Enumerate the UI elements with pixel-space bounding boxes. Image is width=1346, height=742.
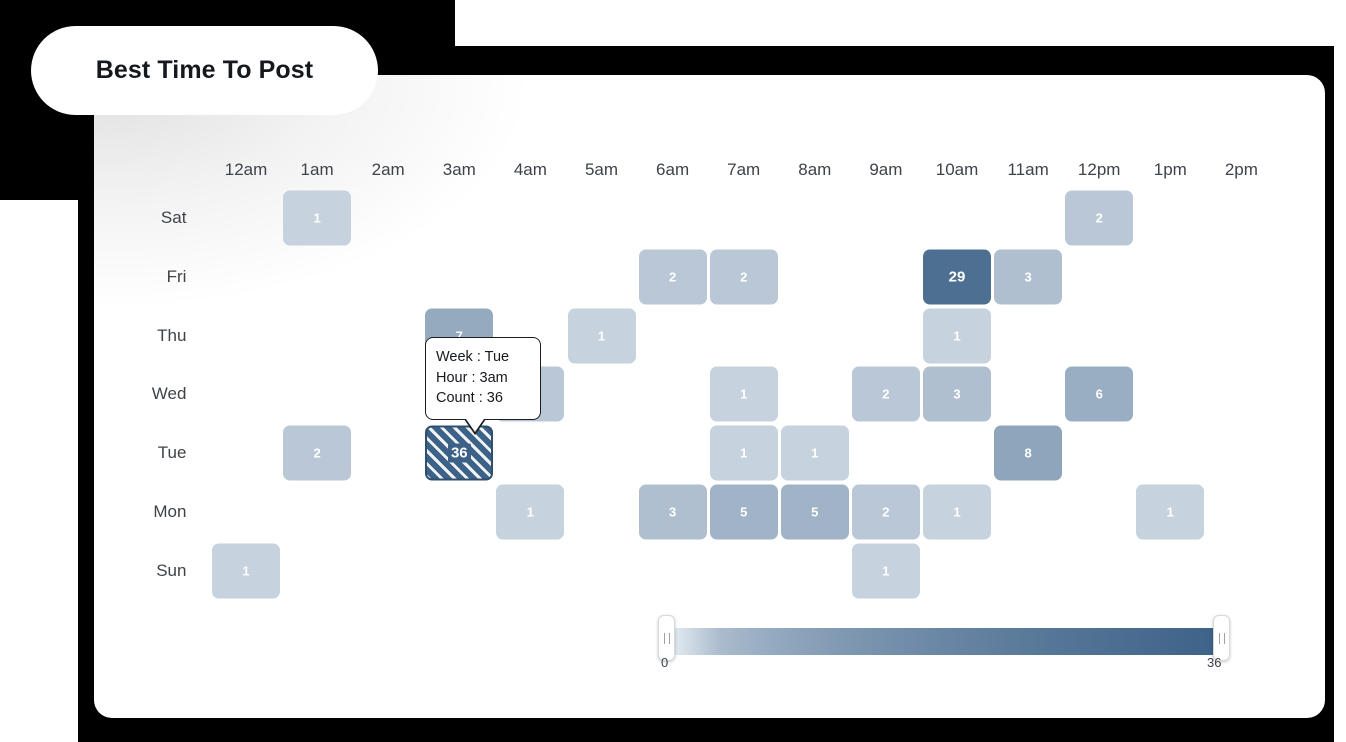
heatmap-cell[interactable]: 2: [851, 484, 920, 540]
heatmap-cell-value: 1: [953, 328, 961, 344]
heatmap-cell-value: 3: [1024, 269, 1032, 285]
hour-axis-label: 8am: [798, 160, 832, 179]
heatmap-cell[interactable]: 1: [212, 543, 280, 599]
hour-axis-label: 1pm: [1153, 160, 1187, 179]
heatmap-cell[interactable]: 3: [638, 484, 707, 540]
title-pill: Best Time To Post: [31, 26, 378, 115]
heatmap-cell[interactable]: 1: [923, 308, 991, 364]
hour-axis-label: 1am: [300, 160, 334, 179]
heatmap-cell-value: 2: [740, 269, 748, 285]
heatmap-cell-value: 1: [526, 504, 534, 520]
tooltip-count-line: Count : 36: [436, 390, 503, 406]
heatmap-cell[interactable]: 1: [780, 425, 849, 481]
heatmap-cell[interactable]: 3: [923, 366, 991, 422]
heatmap-cell[interactable]: 1: [283, 190, 352, 246]
heatmap-cell-value: 2: [668, 269, 677, 285]
heatmap-cell[interactable]: 1: [923, 484, 991, 540]
heatmap-cell-value: 1: [242, 563, 250, 579]
heatmap-cell[interactable]: 6: [1065, 366, 1134, 422]
background-white-top-right: [455, 0, 1346, 46]
tooltip-week-line: Week : Tue: [436, 349, 510, 365]
hour-axis-label: 12am: [224, 160, 268, 179]
legend-max-label: 36: [1207, 655, 1222, 670]
hour-axis-label: 7am: [727, 160, 761, 179]
heatmap-cell-value: 2: [882, 386, 890, 402]
hour-axis-label: 12pm: [1077, 160, 1121, 179]
heatmap-cell-value: 1: [811, 445, 819, 461]
heatmap-cell-value: 1: [882, 563, 890, 579]
heatmap-cell[interactable]: 5: [780, 484, 849, 540]
heatmap-cell[interactable]: 1: [851, 543, 920, 599]
hour-axis-label: 6am: [656, 160, 690, 179]
heatmap-cell[interactable]: 1: [709, 425, 778, 481]
heatmap-cell-value: 3: [953, 386, 961, 402]
heatmap-cell[interactable]: 2: [283, 425, 352, 481]
background-white-right-edge: [1334, 0, 1346, 742]
heatmap-cell[interactable]: 2: [1065, 190, 1134, 246]
heatmap-cell-value: 2: [313, 445, 321, 461]
heatmap-cell-value: 1: [953, 504, 961, 520]
heatmap-cell-value: 3: [668, 504, 677, 520]
heatmap-cell-value: 5: [740, 504, 748, 520]
heatmap-cell-value: 36: [447, 443, 471, 463]
day-axis-label: Thu: [157, 325, 187, 345]
heatmap-cell[interactable]: 1: [709, 366, 778, 422]
day-axis-label: Fri: [166, 266, 187, 286]
heatmap-cell[interactable]: 1: [496, 484, 565, 540]
hour-axis-label: 11am: [1007, 160, 1049, 179]
day-axis-label: Tue: [157, 443, 187, 463]
heatmap-cell-value: 6: [1095, 386, 1103, 402]
day-axis-label: Mon: [153, 502, 187, 521]
heatmap-cell[interactable]: 29: [923, 249, 991, 305]
heatmap-cell-value: 1: [1166, 504, 1174, 520]
page-title: Best Time To Post: [95, 56, 314, 84]
heatmap-cell-value: 1: [740, 386, 748, 402]
heatmap-cell[interactable]: 1: [567, 308, 636, 364]
hour-axis-label: 2pm: [1224, 160, 1258, 179]
cell-tooltip: Week : Tue Hour : 3am Count : 36: [425, 337, 541, 435]
heatmap-cell-value: 8: [1024, 445, 1032, 461]
hour-axis-label: 2am: [371, 160, 405, 179]
tooltip-hour-line: Hour : 3am: [436, 369, 508, 386]
heatmap-cell-value: 1: [597, 328, 606, 344]
day-axis-label: Wed: [151, 384, 187, 404]
day-axis-label: Sat: [160, 208, 187, 227]
legend-min-label: 0: [661, 655, 669, 670]
heatmap-cell-value: 2: [882, 504, 890, 520]
heatmap-cell-value: 1: [313, 210, 321, 226]
day-axis-label: Sun: [156, 560, 187, 580]
hour-axis-label: 3am: [442, 160, 476, 179]
heatmap-cell[interactable]: 5: [709, 484, 778, 540]
heatmap-cell-value: 29: [948, 268, 966, 286]
tooltip-arrow-fill: [466, 418, 484, 432]
hour-axis-label: 9am: [869, 160, 903, 179]
heatmap-cell-value: 1: [740, 445, 748, 461]
heatmap-cell-value: 2: [1095, 210, 1103, 226]
heatmap-cell[interactable]: 3: [994, 249, 1063, 305]
heatmap-cell[interactable]: 2: [709, 249, 778, 305]
color-scale-slider[interactable]: 0 36: [658, 615, 1230, 675]
hour-axis-label: 5am: [584, 160, 619, 179]
hour-axis-label: 4am: [513, 160, 547, 179]
background-white-left-strip: [0, 200, 78, 742]
heatmap-cell[interactable]: 8: [994, 425, 1063, 481]
heatmap-cell-value: 5: [811, 504, 819, 520]
heatmap-cell[interactable]: 1: [1136, 484, 1205, 540]
hour-axis-label: 10am: [935, 160, 979, 179]
heatmap-cell[interactable]: 2: [851, 366, 920, 422]
legend-gradient-track[interactable]: [665, 628, 1221, 655]
heatmap-cell[interactable]: 2: [638, 249, 707, 305]
